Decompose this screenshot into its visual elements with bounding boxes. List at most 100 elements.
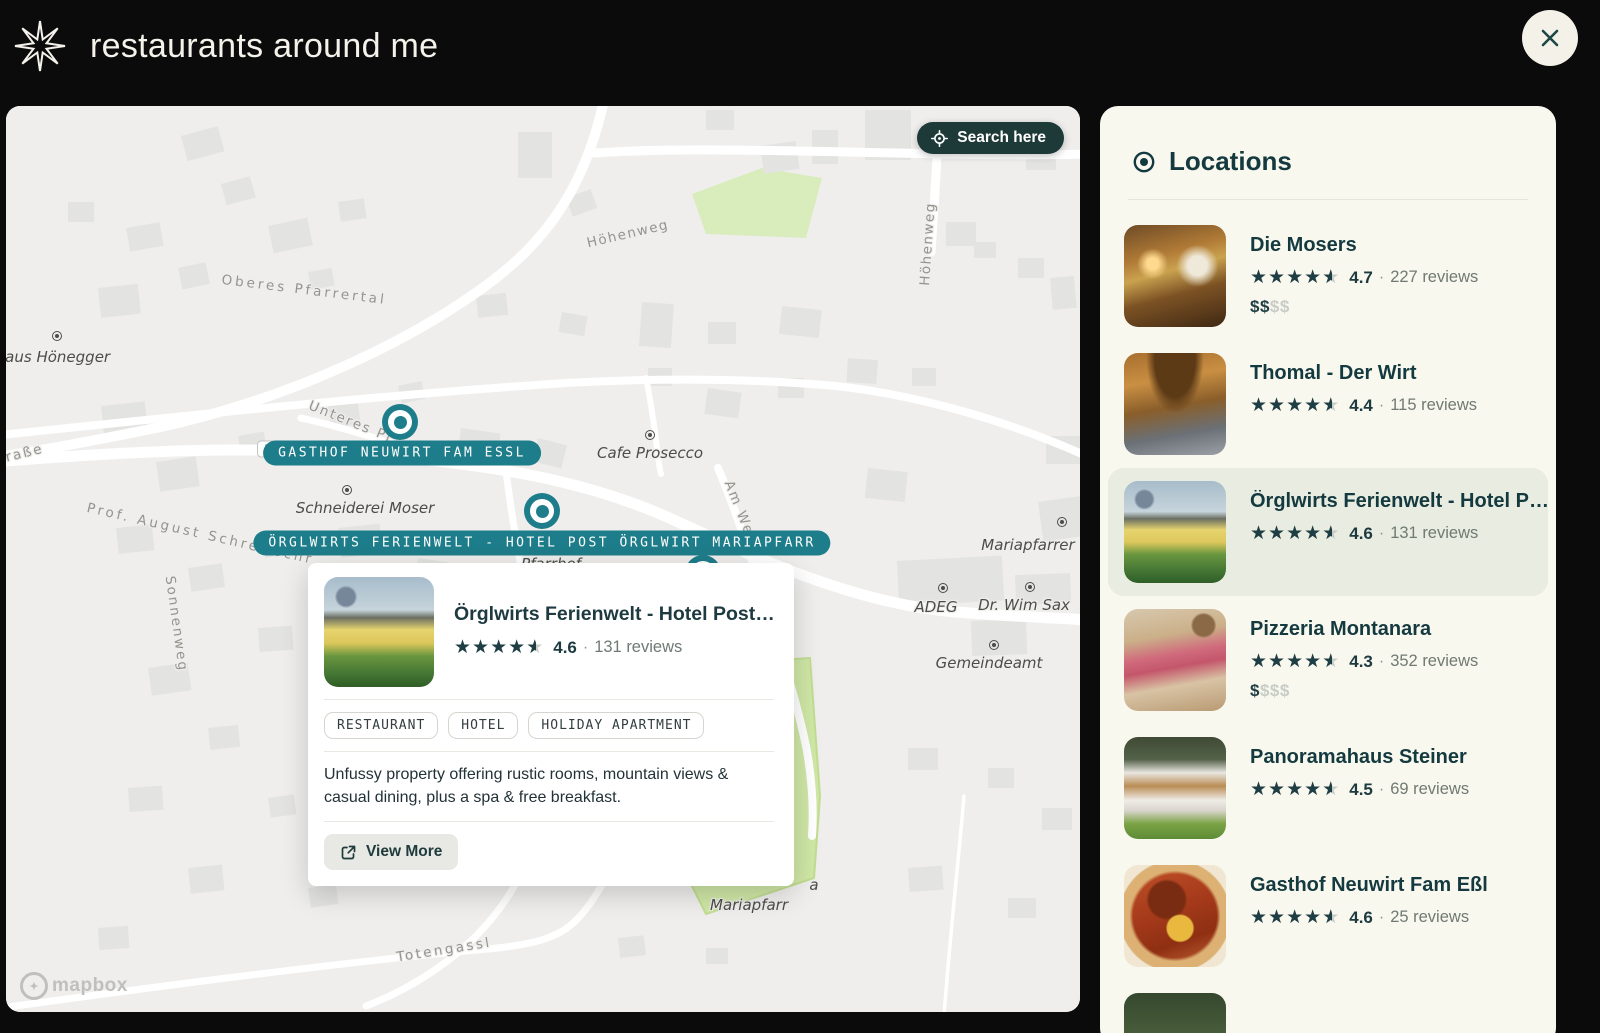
list-item-pizzeria-montanara[interactable]: Pizzeria Montanara 4.3 · 352 reviews $$$… [1100,596,1556,724]
tag-hotel: HOTEL [448,712,518,739]
star-rating [1250,906,1340,929]
crosshair-icon [931,130,948,147]
dot-separator: · [583,639,588,657]
map-pin-gasthof[interactable] [382,404,418,440]
mapbox-wordmark: mapbox [52,975,128,997]
divider [324,821,774,822]
popup-title: Örglwirts Ferienwelt - Hotel Post… [454,603,775,626]
popup-description: Unfussy property offering rustic rooms, … [324,764,774,809]
dot-separator: · [1379,397,1384,415]
app-window: restaurants around me [0,0,1600,1033]
star-rating [1250,266,1340,289]
map-pin-label-gasthof[interactable]: GASTHOF NEUWIRT FAM ESSL [263,441,541,466]
location-thumbnail [1124,737,1226,839]
location-thumbnail [1124,609,1226,711]
poi-dot-cafe-prosecco [645,430,655,440]
app-header: restaurants around me [0,0,1600,92]
tag-holiday-apartment: HOLIDAY APARTMENT [528,712,704,739]
view-more-button[interactable]: View More [324,834,458,870]
list-item-gasthof-neuwirt[interactable]: Gasthof Neuwirt Fam Eßl 4.6 · 25 reviews [1100,852,1556,980]
price-level: $$$$ [1250,681,1478,701]
location-name: Örglwirts Ferienwelt - Hotel Po… [1250,490,1550,513]
poi-label-mariapfarrer: Mariapfarrer [981,536,1074,554]
star-rating [1250,650,1340,673]
search-here-label: Search here [957,129,1046,147]
divider [324,699,774,700]
location-name: Die Mosers [1250,234,1478,257]
poi-dot-haus-honegger [52,331,62,341]
list-item-partial[interactable] [1100,980,1556,1033]
poi-dot-mariapfarrer [1057,517,1067,527]
list-item-thomal[interactable]: Thomal - Der Wirt 4.4 · 115 reviews [1100,340,1556,468]
poi-label-adeg: ADEG [915,598,958,616]
price-level: $$$$ [1250,297,1478,317]
locations-icon [1132,150,1156,174]
app-logo [14,20,66,72]
list-item-die-mosers[interactable]: Die Mosers 4.7 · 227 reviews $$$$ [1100,212,1556,340]
page-title: restaurants around me [90,27,438,66]
rating-value: 4.6 [553,638,577,658]
tag-restaurant: RESTAURANT [324,712,438,739]
location-thumbnail [1124,353,1226,455]
poi-dot-schneiderei [342,485,352,495]
dot-separator: · [1379,525,1384,543]
poi-label-mariapfarr: Mariapfarr [710,896,788,914]
review-count: 131 reviews [1390,524,1478,543]
popup-photo [324,577,434,687]
location-thumbnail [1124,481,1226,583]
poi-dot-adeg [938,583,948,593]
location-name: Panoramahaus Steiner [1250,746,1469,769]
list-item-panoramahaus[interactable]: Panoramahaus Steiner 4.5 · 69 reviews [1100,724,1556,852]
divider [324,751,774,752]
mapbox-icon: ✦ [20,972,48,1000]
star-rating [1250,522,1340,545]
locations-sidebar[interactable]: Locations Die Mosers 4.7 · 227 reviews $… [1100,106,1556,1033]
locations-list: Die Mosers 4.7 · 227 reviews $$$$ Thomal… [1100,200,1556,1033]
location-thumbnail [1124,993,1226,1033]
poi-dot-dr-wim-sax [1025,582,1035,592]
poi-label-gemeindeamt: Gemeindeamt [936,654,1043,672]
star-rating [1250,778,1340,801]
review-count: 131 reviews [594,638,682,657]
dot-separator: · [1379,269,1384,287]
star-rating [1250,394,1340,417]
star-rating [454,636,544,659]
rating-value: 4.6 [1349,524,1373,544]
rating-value: 4.7 [1349,268,1373,288]
close-button[interactable] [1522,10,1578,66]
map-pin-orglwirts[interactable] [524,493,560,529]
poi-label-mariapfarr-prefix: a [809,876,818,894]
rating-value: 4.6 [1349,908,1373,928]
location-name: Thomal - Der Wirt [1250,362,1477,385]
map[interactable]: Höhenweg Höhenweg Oberes Pfarrertal Unte… [6,106,1080,1012]
review-count: 227 reviews [1390,268,1478,287]
dot-separator: · [1379,653,1384,671]
dot-separator: · [1379,781,1384,799]
dot-separator: · [1379,909,1384,927]
rating-value: 4.4 [1349,396,1373,416]
close-icon [1538,26,1562,50]
location-name: Gasthof Neuwirt Fam Eßl [1250,874,1488,897]
poi-label-cafe-prosecco: Cafe Prosecco [597,444,703,462]
review-count: 69 reviews [1390,780,1469,799]
review-count: 115 reviews [1390,396,1477,415]
mapbox-attribution[interactable]: ✦ mapbox [20,972,128,1000]
view-more-label: View More [366,843,442,861]
map-pin-label-orglwirts[interactable]: ÖRGLWIRTS FERIENWELT - HOTEL POST ÖRGLWI… [253,531,830,556]
poi-label-schneiderei: Schneiderei Moser [296,499,435,517]
poi-dot-gemeindeamt [989,640,999,650]
external-link-icon [340,844,357,861]
list-item-orglwirts-selected[interactable]: Örglwirts Ferienwelt - Hotel Po… 4.6 · 1… [1108,468,1548,596]
search-here-button[interactable]: Search here [917,122,1064,154]
location-name: Pizzeria Montanara [1250,618,1478,641]
review-count: 25 reviews [1390,908,1469,927]
poi-label-haus-honegger: Haus Hönegger [6,348,110,366]
rating-value: 4.3 [1349,652,1373,672]
location-popup: Örglwirts Ferienwelt - Hotel Post… 4.6 ·… [308,563,794,886]
poi-label-dr-wim-sax: Dr. Wim Sax [978,596,1070,614]
location-thumbnail [1124,225,1226,327]
review-count: 352 reviews [1390,652,1478,671]
rating-value: 4.5 [1349,780,1373,800]
location-thumbnail [1124,865,1226,967]
sidebar-title: Locations [1169,146,1292,177]
